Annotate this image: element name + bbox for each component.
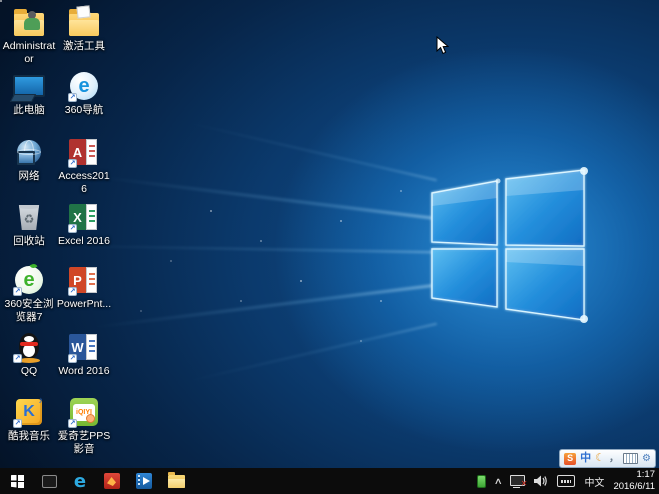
shortcut-arrow-icon: ↗: [68, 419, 77, 428]
task-view-button[interactable]: [34, 468, 64, 494]
desktop-icon-word[interactable]: W ↗ Word 2016: [56, 331, 112, 378]
powerpoint-icon: P ↗: [67, 264, 101, 296]
folder-icon: [67, 6, 101, 38]
desktop-icon-kuwo-music[interactable]: K♪ ↗ 酷我音乐: [1, 396, 57, 443]
network-globe-icon: [12, 136, 46, 168]
red-x-icon: ✕: [521, 479, 528, 488]
shortcut-arrow-icon: ↗: [68, 224, 77, 233]
icon-label: 360安全浏览器7: [1, 298, 57, 323]
icon-label: Access2016: [56, 170, 112, 195]
qq-penguin-icon: ↗: [12, 331, 46, 363]
desktop-icon-activation-tools[interactable]: 激活工具: [56, 6, 112, 53]
touch-keyboard-icon[interactable]: [557, 475, 575, 487]
icon-label: 360导航: [65, 104, 104, 117]
ime-fullwidth-moon-icon[interactable]: ☾: [595, 453, 605, 464]
start-button[interactable]: [0, 468, 34, 494]
shortcut-arrow-icon: ↗: [68, 93, 77, 102]
desktop-icon-360-nav[interactable]: e ↗ 360导航: [56, 70, 112, 117]
icon-label: 爱奇艺PPS 影音: [56, 430, 112, 455]
taskbar-edge-button[interactable]: e: [64, 468, 96, 494]
icon-label: Word 2016: [58, 365, 109, 378]
user-folder-icon: [12, 6, 46, 38]
desktop-icon-qq[interactable]: ↗ QQ: [1, 331, 57, 378]
360-browser-icon: e ↗: [12, 264, 46, 296]
shortcut-arrow-icon: ↗: [13, 287, 22, 296]
desktop-icon-iqiyi-pps[interactable]: iQIYI ↗ 爱奇艺PPS 影音: [56, 396, 112, 455]
recycle-bin-icon: ♻: [12, 201, 46, 233]
taskbar-file-explorer-button[interactable]: [160, 468, 192, 494]
windows-desktop: Administrator 此电脑 网络 ♻ 回收站 e ↗ 360安全浏览器7…: [0, 0, 659, 494]
edge-icon: e: [74, 471, 86, 492]
desktop-icon-360-browser[interactable]: e ↗ 360安全浏览器7: [1, 264, 57, 323]
red-app-icon: [104, 473, 120, 489]
icon-label: 此电脑: [13, 104, 45, 117]
iqiyi-pps-icon: iQIYI ↗: [67, 396, 101, 428]
word-icon: W ↗: [67, 331, 101, 363]
icon-label: QQ: [21, 365, 37, 378]
icon-label: 回收站: [13, 235, 45, 248]
video-player-icon: [136, 473, 152, 489]
sogou-ime-bar[interactable]: S 中 ☾ ， ⚙: [559, 449, 656, 468]
shortcut-arrow-icon: ↗: [68, 287, 77, 296]
icon-label: 网络: [19, 170, 40, 183]
clock-date: 2016/6/11: [613, 481, 655, 493]
file-explorer-icon: [168, 475, 185, 488]
taskbar-red-app-button[interactable]: [96, 468, 128, 494]
icon-label: PowerPnt...: [57, 298, 111, 311]
taskbar: e ∧ ✕ 中文: [0, 468, 659, 494]
desktop-icon-access[interactable]: A ↗ Access2016: [56, 136, 112, 195]
desktop-icon-recycle-bin[interactable]: ♻ 回收站: [1, 201, 57, 248]
icon-label: Excel 2016: [58, 235, 110, 248]
icon-label: 酷我音乐: [8, 430, 50, 443]
sogou-logo-icon[interactable]: S: [564, 453, 576, 465]
ime-punctuation-icon[interactable]: ，: [609, 454, 619, 464]
shortcut-arrow-icon: ↗: [13, 419, 22, 428]
desktop-icon-this-pc[interactable]: 此电脑: [1, 70, 57, 117]
desktop-icon-powerpoint[interactable]: P ↗ PowerPnt...: [56, 264, 112, 311]
icon-label: 激活工具: [63, 40, 105, 53]
volume-icon[interactable]: [534, 475, 548, 487]
shortcut-arrow-icon: ↗: [13, 354, 22, 363]
kuwo-music-icon: K♪ ↗: [12, 396, 46, 428]
excel-icon: X ↗: [67, 201, 101, 233]
task-view-icon: [42, 475, 57, 488]
desktop-icon-administrator[interactable]: Administrator: [1, 6, 57, 65]
ime-chinese-mode-icon[interactable]: 中: [580, 453, 591, 464]
shortcut-arrow-icon: ↗: [68, 159, 77, 168]
system-tray: ∧ ✕ 中文 1:17 2016/6/11: [477, 469, 659, 493]
360-nav-icon: e ↗: [67, 70, 101, 102]
icon-label: Administrator: [1, 40, 57, 65]
show-hidden-icons-chevron[interactable]: ∧: [494, 476, 503, 487]
computer-icon: [12, 70, 46, 102]
network-disconnected-icon[interactable]: ✕: [510, 475, 525, 487]
taskbar-video-player-button[interactable]: [128, 468, 160, 494]
ime-soft-keyboard-icon[interactable]: [623, 453, 638, 464]
mouse-cursor: [436, 36, 449, 55]
shortcut-arrow-icon: ↗: [68, 354, 77, 363]
desktop-icon-excel[interactable]: X ↗ Excel 2016: [56, 201, 112, 248]
green-status-icon[interactable]: [477, 475, 486, 488]
ime-toolbox-icon[interactable]: ⚙: [642, 454, 651, 464]
windows-logo-icon: [11, 475, 24, 488]
language-indicator[interactable]: 中文: [584, 474, 604, 489]
desktop-icon-network[interactable]: 网络: [1, 136, 57, 183]
access-icon: A ↗: [67, 136, 101, 168]
clock-time: 1:17: [613, 469, 655, 481]
clock[interactable]: 1:17 2016/6/11: [613, 469, 655, 493]
